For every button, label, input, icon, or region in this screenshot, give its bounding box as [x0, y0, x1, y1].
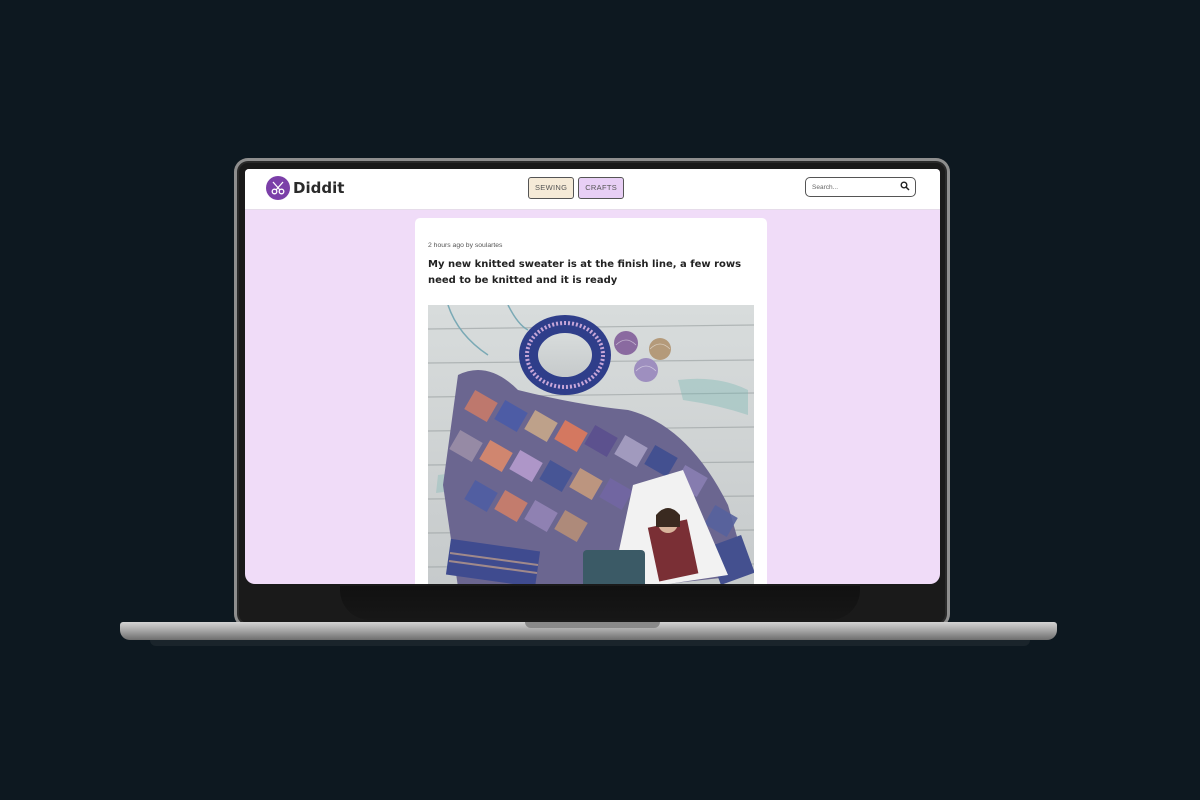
- post-image[interactable]: [428, 305, 754, 584]
- laptop-shadow: [150, 640, 1030, 646]
- keyboard-shadow: [340, 586, 860, 620]
- sweater-photo: [428, 305, 754, 584]
- laptop-notch: [525, 622, 660, 628]
- post-title[interactable]: My new knitted sweater is at the finish …: [428, 257, 758, 288]
- post-meta: 2 hours ago by soulartes: [428, 242, 503, 249]
